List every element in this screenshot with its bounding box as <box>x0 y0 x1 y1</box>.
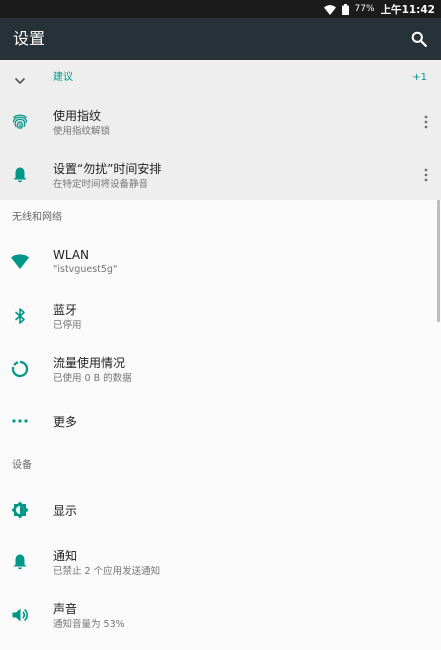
status-bar-right: 77% 上午11:42 <box>323 0 435 19</box>
settings-item-subtitle: 已禁止 2 个应用发送通知 <box>53 566 161 577</box>
more-vert-icon[interactable] <box>424 114 428 129</box>
volume-icon <box>10 605 30 625</box>
settings-item-wlan[interactable]: WLAN "istvguest5g" <box>0 236 441 288</box>
settings-item-subtitle: 通知音量为 53% <box>53 619 125 630</box>
bluetooth-icon <box>10 306 30 326</box>
fingerprint-icon <box>10 111 30 131</box>
battery-percent: 77% <box>354 4 375 14</box>
more-horiz-icon <box>10 411 30 431</box>
search-icon[interactable] <box>411 31 427 47</box>
status-bar: 77% 上午11:42 <box>0 0 441 18</box>
data-usage-icon <box>10 359 30 379</box>
bell-icon <box>10 165 30 185</box>
chevron-down-icon[interactable] <box>14 72 26 85</box>
clock-period: 上午 <box>380 3 402 16</box>
bell-icon <box>10 552 30 572</box>
settings-item-title: 通知 <box>53 549 78 563</box>
app-bar: 设置 <box>0 18 441 60</box>
suggestion-item-fingerprint[interactable]: 使用指纹 使用指纹解锁 <box>0 96 441 146</box>
wifi-icon <box>10 252 30 272</box>
suggestion-title: 设置“勿扰”时间安排 <box>53 162 162 176</box>
suggestion-item-dnd-schedule[interactable]: 设置“勿扰”时间安排 在特定时间将设备静音 <box>0 150 441 200</box>
settings-item-subtitle: 已使用 0 B 的数据 <box>53 373 132 384</box>
suggestions-count: +1 <box>412 72 427 83</box>
more-vert-icon[interactable] <box>424 167 428 182</box>
settings-item-subtitle: 已停用 <box>53 320 82 331</box>
battery-icon <box>341 0 349 19</box>
settings-item-title: 声音 <box>53 602 78 616</box>
settings-item-more[interactable]: 更多 <box>0 397 441 445</box>
suggestion-subtitle: 在特定时间将设备静音 <box>53 179 149 190</box>
settings-item-title: 蓝牙 <box>53 303 78 317</box>
settings-item-notifications[interactable]: 通知 已禁止 2 个应用发送通知 <box>0 537 441 589</box>
clock-time: 11:42 <box>401 3 435 16</box>
settings-item-title: 显示 <box>53 504 78 518</box>
brightness-icon <box>10 500 30 520</box>
settings-item-sound[interactable]: 声音 通知音量为 53% <box>0 591 441 643</box>
settings-item-display[interactable]: 显示 <box>0 486 441 534</box>
page-title: 设置 <box>13 29 46 48</box>
settings-item-title: WLAN <box>53 248 90 262</box>
settings-item-bluetooth[interactable]: 蓝牙 已停用 <box>0 290 441 342</box>
scrollbar[interactable] <box>437 200 440 322</box>
wifi-signal-icon <box>323 0 336 19</box>
section-header-wireless: 无线和网络 <box>12 212 62 223</box>
suggestions-header[interactable]: 建议 +1 <box>0 60 441 96</box>
suggestions-label: 建议 <box>53 72 73 83</box>
section-header-device: 设备 <box>12 460 32 471</box>
suggestion-subtitle: 使用指纹解锁 <box>53 126 111 137</box>
settings-item-title: 更多 <box>53 415 78 429</box>
settings-item-title: 流量使用情况 <box>53 356 126 370</box>
suggestion-title: 使用指纹 <box>53 109 102 123</box>
settings-item-data-usage[interactable]: 流量使用情况 已使用 0 B 的数据 <box>0 343 441 395</box>
clock: 上午11:42 <box>381 2 435 17</box>
settings-item-subtitle: "istvguest5g" <box>53 264 118 275</box>
